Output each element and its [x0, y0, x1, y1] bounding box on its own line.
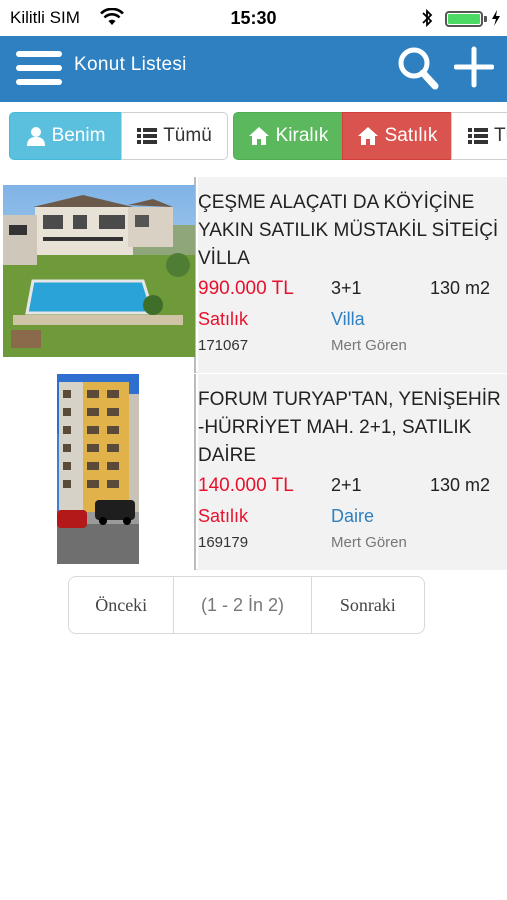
villa-photo — [3, 185, 195, 357]
listing-id: 171067 — [198, 337, 249, 354]
battery-tip — [484, 16, 487, 22]
listing-type: Daire — [331, 506, 375, 526]
listing-agent: Mert Gören — [331, 337, 407, 354]
filter-mine-label: Benim — [51, 125, 106, 146]
filter-rent-label: Kiralık — [275, 125, 329, 146]
home-icon — [357, 126, 379, 146]
listing-area: 130 m2 — [430, 278, 491, 298]
search-icon[interactable] — [396, 45, 440, 96]
list-icon — [468, 127, 488, 145]
apartment-photo — [57, 374, 139, 564]
previous-page-button[interactable]: Önceki — [69, 577, 175, 633]
listing-item[interactable]: ÇEŞME ALAÇATI DA KÖYİÇİNE YAKIN SATILIK … — [0, 177, 507, 373]
listing-status: Satılık — [198, 309, 249, 329]
listing-info: FORUM TURYAP'TAN, YENİŞEHİR -HÜRRİYET MA… — [198, 374, 507, 570]
filter-bar: Benim Tümü Kiralık Satılık T — [0, 112, 507, 160]
filter-sale-label: Satılık — [384, 125, 438, 146]
listing-agent: Mert Gören — [331, 534, 407, 551]
hamburger-menu-icon[interactable] — [16, 51, 62, 85]
listing-type: Villa — [331, 309, 365, 329]
next-page-button[interactable]: Sonraki — [312, 577, 424, 633]
nav-bar: Konut Listesi — [0, 36, 507, 102]
home-icon — [248, 126, 270, 146]
list-icon — [137, 127, 158, 145]
filter-mine-button[interactable]: Benim — [9, 112, 122, 160]
add-icon[interactable] — [453, 45, 495, 94]
listing-status: Satılık — [198, 506, 249, 526]
filter-all-type-button[interactable]: Tü — [451, 112, 507, 160]
user-icon — [26, 126, 46, 146]
listing-rooms: 2+1 — [331, 475, 362, 495]
listing-id: 169179 — [198, 534, 249, 551]
listing-photo-frame — [0, 374, 196, 570]
charging-icon — [490, 9, 502, 32]
filter-all-owner-label: Tümü — [163, 125, 212, 146]
pagination: Önceki (1 - 2 İn 2) Sonraki — [68, 576, 425, 634]
page-range-indicator: (1 - 2 İn 2) — [174, 577, 312, 633]
listing-price: 140.000 TL — [198, 475, 294, 496]
listing-item[interactable]: FORUM TURYAP'TAN, YENİŞEHİR -HÜRRİYET MA… — [0, 374, 507, 570]
listing-title: FORUM TURYAP'TAN, YENİŞEHİR -HÜRRİYET MA… — [198, 389, 501, 466]
filter-rent-button[interactable]: Kiralık — [233, 112, 343, 160]
listing-area: 130 m2 — [430, 475, 491, 495]
status-bar: Kilitli SIM 15:30 — [0, 0, 507, 36]
page-title: Konut Listesi — [74, 54, 187, 75]
filter-all-owner-button[interactable]: Tümü — [121, 112, 228, 160]
listing-title: ÇEŞME ALAÇATI DA KÖYİÇİNE YAKIN SATILIK … — [198, 192, 499, 269]
filter-sale-button[interactable]: Satılık — [342, 112, 452, 160]
battery-icon — [445, 11, 483, 27]
listing-price: 990.000 TL — [198, 278, 294, 299]
bluetooth-icon — [420, 8, 434, 33]
listing-info: ÇEŞME ALAÇATI DA KÖYİÇİNE YAKIN SATILIK … — [198, 177, 507, 373]
listing-rooms: 3+1 — [331, 278, 362, 298]
filter-all-type-label: Tü — [494, 125, 507, 146]
listing-photo-frame — [0, 177, 196, 373]
